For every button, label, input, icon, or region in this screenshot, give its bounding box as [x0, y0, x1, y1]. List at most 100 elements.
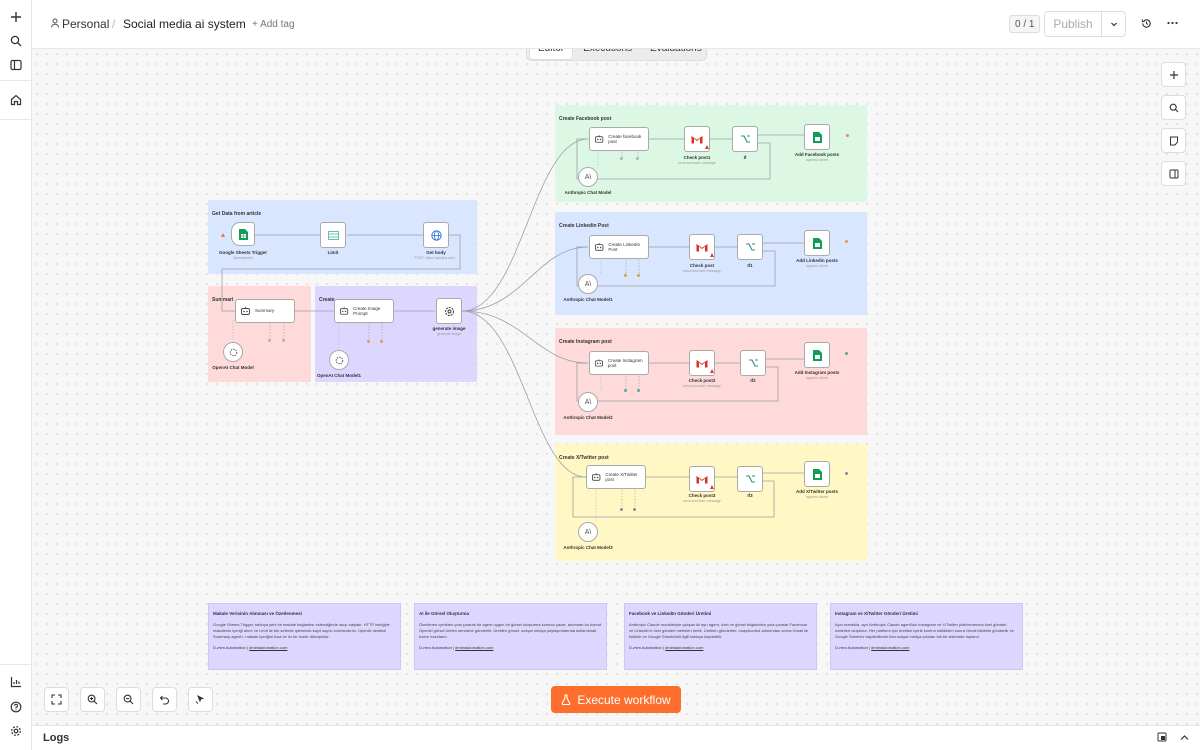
note-body: Aynı mantıkla, ayrı Anthropic Claude age…: [835, 622, 1014, 639]
port[interactable]: [845, 352, 848, 355]
logs-bar[interactable]: Logs: [32, 725, 1200, 750]
fb-agent-node[interactable]: Create facebook post: [589, 127, 649, 151]
ig-if-node[interactable]: [740, 350, 766, 376]
port[interactable]: [380, 340, 383, 343]
plus-icon[interactable]: [7, 8, 25, 26]
li-model-node[interactable]: A\: [578, 274, 598, 294]
generate-image-node[interactable]: [436, 298, 462, 324]
popout-icon[interactable]: [1157, 732, 1167, 742]
tw-add-node[interactable]: [804, 461, 830, 487]
ig-model-node[interactable]: A\: [578, 392, 598, 412]
logs-label: Logs: [43, 732, 70, 744]
port[interactable]: [282, 339, 285, 342]
sticky-note-icon: [1169, 136, 1178, 145]
search-nodes-button[interactable]: [1161, 95, 1186, 120]
note-link[interactable]: dmimautomation.com: [871, 645, 909, 650]
tab-evaluations[interactable]: Evaluations: [642, 49, 710, 59]
zoom-out-button[interactable]: [116, 687, 141, 712]
port[interactable]: [845, 472, 848, 475]
chevron-up-icon[interactable]: [1180, 734, 1189, 741]
port[interactable]: [633, 508, 636, 511]
note-card[interactable]: Makale Verisinin Alınması ve Özetlenmesi…: [208, 603, 401, 670]
execute-workflow-button[interactable]: Execute workflow: [551, 686, 681, 713]
port[interactable]: [637, 389, 640, 392]
port[interactable]: [624, 274, 627, 277]
openai-icon: [335, 356, 343, 364]
robot-icon: [594, 359, 603, 367]
port[interactable]: [268, 339, 271, 342]
openai-model-node[interactable]: [223, 342, 243, 362]
node-label: Create Linkedin Post: [608, 241, 640, 252]
node-label: Create facebook post: [608, 133, 642, 144]
note-link[interactable]: dmimautomation.com: [249, 645, 287, 650]
undo-button[interactable]: [152, 687, 177, 712]
side-panel-button[interactable]: [1161, 161, 1186, 186]
node-subtitle: append: sheet: [805, 264, 829, 268]
port[interactable]: [846, 134, 849, 137]
li-agent-node[interactable]: Create Linkedin Post: [589, 235, 649, 259]
summary-agent-node[interactable]: Summary: [235, 299, 295, 323]
node-label: If: [743, 155, 747, 160]
port[interactable]: [620, 508, 623, 511]
panel-toggle-icon[interactable]: [7, 56, 25, 74]
home-icon[interactable]: [7, 91, 25, 109]
publish-button[interactable]: Publish: [1045, 12, 1101, 36]
tw-model-node[interactable]: A\: [578, 522, 598, 542]
ig-add-node[interactable]: [804, 342, 830, 368]
get-body-node[interactable]: [423, 222, 449, 248]
help-icon[interactable]: [7, 698, 25, 716]
tab-executions[interactable]: Executions: [575, 49, 640, 59]
left-sidebar: [0, 0, 32, 750]
create-image-prompt-node[interactable]: Create Image Prompt: [334, 299, 394, 323]
note-link[interactable]: dmimautomation.com: [665, 645, 703, 650]
more-options-icon[interactable]: [1167, 21, 1178, 25]
tab-editor[interactable]: Editor: [529, 49, 574, 60]
openai-model1-node[interactable]: [329, 350, 349, 370]
node-label: OpenAI Chat Model: [212, 365, 254, 370]
node-subtitle: send and wait: message: [683, 499, 721, 503]
tw-agent-node[interactable]: Create X/Twitter post: [586, 465, 646, 489]
port[interactable]: [637, 274, 640, 277]
node-label: Anthropic Chat Model2: [563, 415, 613, 420]
note-card[interactable]: Instagram ve X/Twitter Gönderi Üretimi A…: [830, 603, 1023, 670]
globe-icon: [430, 229, 442, 241]
note-footer: D-mim Automation | dmimautomation.com: [213, 645, 288, 651]
history-icon[interactable]: [1141, 18, 1152, 29]
workflow-name[interactable]: Social media ai system: [123, 17, 246, 31]
fb-model-node[interactable]: A\: [578, 167, 598, 187]
note-card[interactable]: Facebook ve LinkedIn Gönderi Üretimi Ant…: [624, 603, 817, 670]
node-subtitle: append: sheet: [805, 495, 829, 499]
tw-if-node[interactable]: [737, 466, 763, 492]
zoom-in-button[interactable]: [80, 687, 105, 712]
chevron-down-icon[interactable]: [1101, 12, 1125, 36]
port[interactable]: [624, 389, 627, 392]
workflow-canvas[interactable]: Get Data from article Summari Create Cre…: [32, 49, 1200, 725]
li-if-node[interactable]: [737, 234, 763, 260]
search-icon[interactable]: [7, 32, 25, 50]
port[interactable]: [845, 240, 848, 243]
ig-agent-node[interactable]: Create Instagram post: [589, 351, 649, 375]
limit-node[interactable]: [320, 222, 346, 248]
settings-icon[interactable]: [7, 722, 25, 740]
port[interactable]: [620, 157, 623, 160]
sheets-trigger-node[interactable]: [231, 222, 255, 246]
add-node-button[interactable]: [1161, 62, 1186, 87]
node-subtitle: POST: https://api.jina.ai/s/...: [414, 256, 458, 260]
note-card[interactable]: AI ile Görsel Oluşturma Özetlenen içerik…: [414, 603, 607, 670]
port[interactable]: [367, 340, 370, 343]
sticky-note-button[interactable]: [1161, 128, 1186, 153]
trigger-bolt-icon: [221, 233, 225, 237]
port[interactable]: [636, 157, 639, 160]
node-label: If1: [747, 263, 753, 268]
fb-add-node[interactable]: [804, 124, 830, 150]
note-title: Facebook ve LinkedIn Gönderi Üretimi: [629, 611, 712, 616]
note-link[interactable]: dmimautomation.com: [455, 645, 493, 650]
add-tag-button[interactable]: + Add tag: [252, 19, 295, 30]
warning-icon: [710, 253, 714, 257]
insights-icon[interactable]: [7, 673, 25, 691]
li-add-node[interactable]: [804, 230, 830, 256]
fit-view-button[interactable]: [44, 687, 69, 712]
fb-if-node[interactable]: [732, 126, 758, 152]
tidy-up-button[interactable]: [188, 687, 213, 712]
breadcrumb-owner[interactable]: Personal: [62, 17, 109, 31]
